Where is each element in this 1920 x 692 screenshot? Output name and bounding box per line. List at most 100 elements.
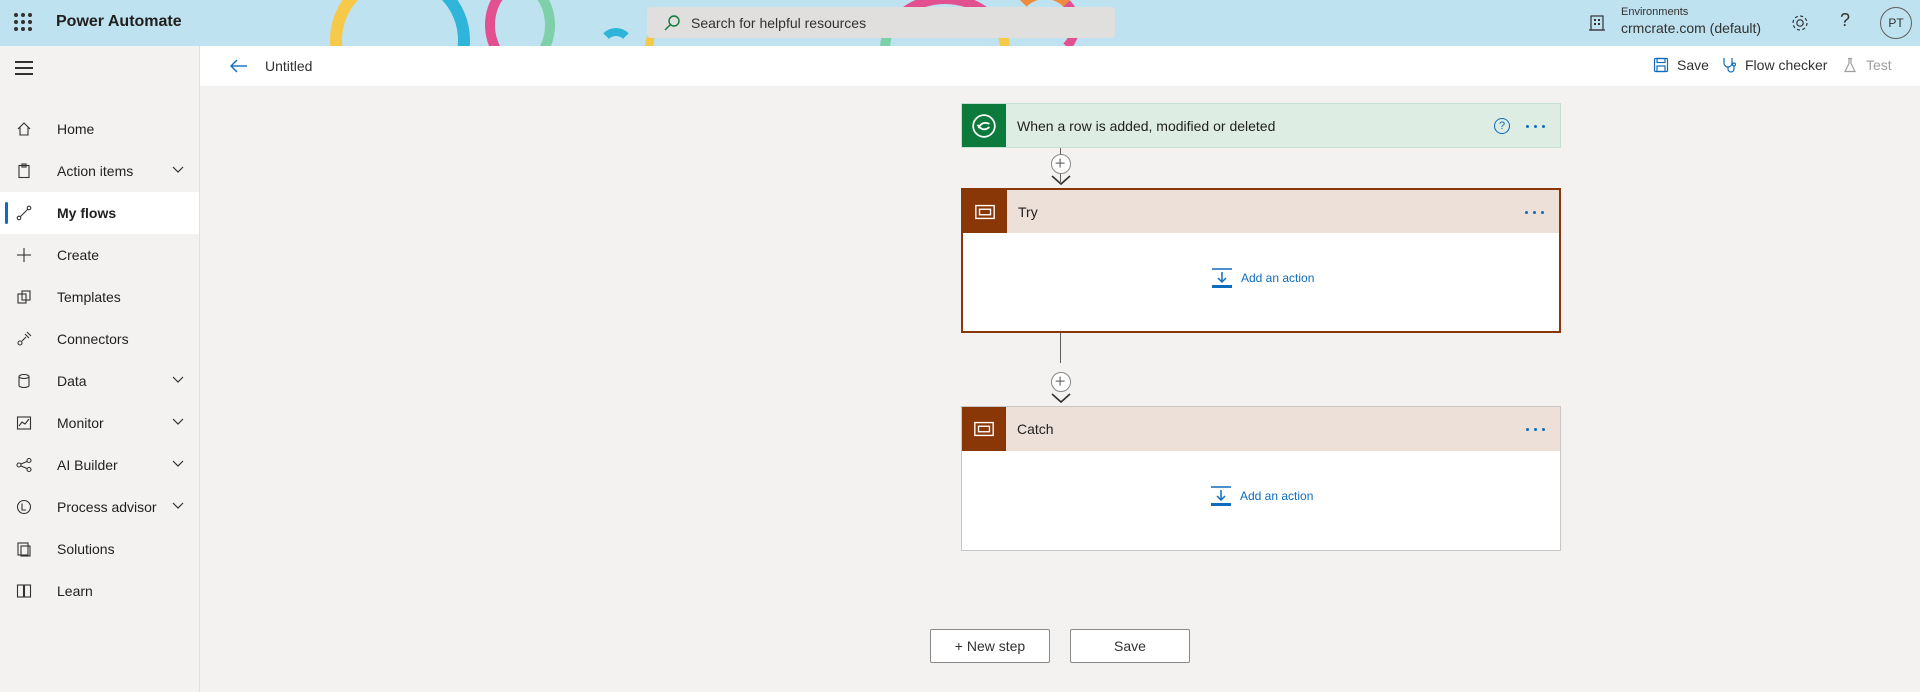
arrow-down-icon: [1051, 175, 1071, 186]
add-action-icon: [1211, 486, 1231, 506]
try-add-action-button[interactable]: Add an action: [1211, 267, 1314, 289]
sidebar-item-label: Solutions: [57, 541, 115, 557]
home-icon: [17, 122, 31, 136]
search-box[interactable]: Search for helpful resources: [647, 7, 1115, 38]
templates-icon: [17, 290, 31, 304]
try-scope-card[interactable]: Try Add an action: [961, 188, 1561, 333]
trigger-title: When a row is added, modified or deleted: [1017, 117, 1276, 134]
flow-checker-label: Flow checker: [1745, 57, 1828, 73]
sidebar-item-solutions[interactable]: Solutions: [0, 528, 199, 570]
environment-icon[interactable]: [1587, 13, 1607, 33]
sidebar-item-label: Learn: [57, 583, 93, 599]
connector-line: [1060, 333, 1061, 363]
try-scope-header[interactable]: Try: [963, 190, 1559, 233]
sidebar-item-home[interactable]: Home: [0, 108, 199, 150]
database-icon: [18, 373, 30, 389]
new-step-button[interactable]: + New step: [930, 629, 1050, 663]
flow-canvas: When a row is added, modified or deleted…: [200, 86, 1920, 692]
user-avatar[interactable]: PT: [1880, 7, 1912, 39]
arrow-down-icon: [1051, 393, 1071, 404]
catch-title: Catch: [1017, 421, 1054, 437]
help-circle-icon[interactable]: ?: [1494, 118, 1510, 134]
chevron-down-icon[interactable]: [172, 166, 184, 174]
sidebar-item-label: Data: [57, 373, 87, 389]
sidebar-item-connectors[interactable]: Connectors: [0, 318, 199, 360]
dataverse-icon: [962, 104, 1006, 147]
search-icon: [664, 15, 680, 31]
save-command[interactable]: Save: [1653, 57, 1709, 73]
clipboard-icon: [18, 163, 30, 179]
chevron-down-icon[interactable]: [172, 460, 184, 468]
sidebar-item-templates[interactable]: Templates: [0, 276, 199, 318]
insert-step-plus-icon[interactable]: [1051, 154, 1071, 174]
sidebar-item-label: AI Builder: [57, 457, 118, 473]
environment-selector[interactable]: crmcrate.com (default): [1621, 20, 1761, 36]
sidebar-item-ai-builder[interactable]: AI Builder: [0, 444, 199, 486]
chevron-down-icon[interactable]: [172, 376, 184, 384]
sidebar-item-learn[interactable]: Learn: [0, 570, 199, 612]
add-action-icon: [1212, 268, 1232, 288]
test-command[interactable]: Test: [1842, 57, 1892, 73]
monitor-icon: [16, 416, 32, 430]
stethoscope-icon: [1723, 58, 1737, 73]
sidebar-item-data[interactable]: Data: [0, 360, 199, 402]
sidebar-item-label: Home: [57, 121, 95, 137]
search-placeholder: Search for helpful resources: [691, 15, 867, 31]
trigger-card[interactable]: When a row is added, modified or deleted…: [961, 103, 1561, 148]
nav-list: Home Action items My flows Create Templates C…: [0, 108, 199, 612]
test-label: Test: [1866, 57, 1892, 73]
chevron-down-icon[interactable]: [172, 502, 184, 510]
flow-header: Untitled Save Flow checker Test: [200, 46, 1920, 86]
ai-builder-icon: [16, 457, 32, 473]
save-icon: [1653, 57, 1669, 73]
catch-scope-card[interactable]: Catch Add an action: [961, 406, 1561, 551]
save-label: Save: [1677, 57, 1709, 73]
sidebar-item-label: My flows: [57, 205, 117, 221]
top-bar: Power Automate Search for helpful resour…: [0, 0, 1920, 46]
help-icon[interactable]: ?: [1840, 10, 1850, 31]
sidebar-item-label: Create: [57, 247, 100, 263]
sidebar-item-label: Templates: [57, 289, 121, 305]
sidebar-item-action-items[interactable]: Action items: [0, 150, 199, 192]
environment-label: Environments: [1621, 6, 1689, 18]
more-options-icon[interactable]: [1524, 419, 1548, 439]
trigger-card-header[interactable]: When a row is added, modified or deleted…: [962, 104, 1560, 147]
back-arrow-icon[interactable]: [230, 58, 248, 74]
flow-checker-command[interactable]: Flow checker: [1721, 57, 1827, 73]
save-button[interactable]: Save: [1070, 629, 1190, 663]
sidebar-item-create[interactable]: Create: [0, 234, 199, 276]
process-advisor-icon: [16, 499, 32, 515]
sidebar-item-monitor[interactable]: Monitor: [0, 402, 199, 444]
try-title: Try: [1018, 203, 1038, 220]
sidebar-item-label: Monitor: [57, 415, 104, 431]
catch-add-action-button[interactable]: Add an action: [1210, 485, 1313, 507]
left-navigation: Home Action items My flows Create Templates C…: [0, 46, 200, 692]
catch-scope-header[interactable]: Catch: [962, 407, 1560, 451]
banner-decoration: [598, 28, 634, 46]
sidebar-item-label: Process advisor: [57, 499, 157, 515]
banner-decoration: [330, 0, 470, 46]
scope-icon: [962, 407, 1006, 451]
sidebar-item-label: Action items: [57, 163, 134, 179]
sidebar-item-label: Connectors: [57, 331, 129, 347]
flask-icon: [1844, 57, 1856, 73]
book-icon: [16, 584, 32, 598]
sidebar-item-my-flows[interactable]: My flows: [0, 192, 199, 234]
catch-add-action-label: Add an action: [1240, 489, 1314, 503]
solutions-icon: [17, 542, 31, 557]
insert-step-plus-icon[interactable]: [1051, 372, 1071, 392]
flow-name[interactable]: Untitled: [265, 58, 312, 74]
chevron-down-icon[interactable]: [172, 418, 184, 426]
sidebar-item-process-advisor[interactable]: Process advisor: [0, 486, 199, 528]
scope-icon: [963, 190, 1007, 233]
more-options-icon[interactable]: [1524, 116, 1548, 136]
try-add-action-label: Add an action: [1241, 271, 1315, 285]
app-title: Power Automate: [56, 13, 182, 30]
connector-icon: [17, 331, 32, 346]
banner-decoration: [485, 0, 555, 46]
app-launcher-icon[interactable]: [14, 13, 32, 31]
more-options-icon[interactable]: [1523, 202, 1547, 222]
hamburger-menu-icon[interactable]: [15, 61, 33, 75]
settings-gear-icon[interactable]: [1789, 12, 1811, 34]
flow-icon: [16, 205, 32, 221]
